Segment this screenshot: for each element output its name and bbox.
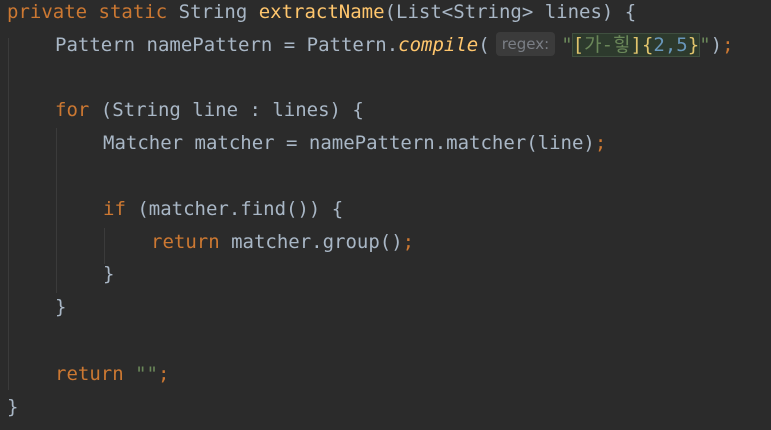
- empty-string: "": [123, 363, 158, 385]
- closing-brace: }: [103, 263, 115, 285]
- matcher-declaration: Matcher matcher = namePattern.matcher(li…: [103, 132, 595, 154]
- pattern-declaration: Pattern namePattern = Pattern.: [55, 34, 399, 56]
- regex-bracket-close: ]: [630, 34, 642, 56]
- semicolon: ;: [402, 231, 415, 253]
- keyword-private: private: [7, 1, 88, 23]
- regex-quantifier: 2,5: [653, 34, 688, 56]
- string-quote-close: ": [699, 34, 711, 56]
- method-params: (List<String> lines) {: [384, 1, 637, 23]
- code-line-8[interactable]: }: [55, 291, 66, 324]
- closing-brace: }: [7, 396, 19, 418]
- regex-brace-open: {: [641, 34, 654, 56]
- semicolon: ;: [722, 34, 734, 56]
- parameter-hint: regex:: [495, 32, 556, 56]
- semicolon: ;: [157, 363, 170, 385]
- code-line-1[interactable]: private static String extractName(List<S…: [7, 0, 636, 29]
- code-line-10[interactable]: }: [7, 391, 18, 424]
- if-condition: (matcher.find()) {: [125, 198, 344, 220]
- open-paren: (: [478, 34, 490, 56]
- regex-brace-close: }: [687, 34, 700, 56]
- keyword-for: for: [55, 99, 90, 121]
- regex-bracket-open: [: [572, 34, 585, 56]
- code-editor[interactable]: private static String extractName(List<S…: [0, 0, 771, 430]
- code-line-3[interactable]: for (String line : lines) {: [55, 94, 364, 127]
- return-type: String: [178, 1, 248, 23]
- close-paren: ): [710, 34, 723, 56]
- compile-method: compile: [398, 34, 479, 56]
- semicolon: ;: [594, 132, 607, 154]
- indent-guide: [8, 38, 9, 390]
- code-line-5[interactable]: if (matcher.find()) {: [103, 193, 343, 226]
- string-quote-open: ": [561, 34, 573, 56]
- regex-range: 가-힣: [584, 34, 631, 56]
- code-line-7[interactable]: }: [103, 258, 114, 291]
- code-line-2[interactable]: Pattern namePattern = Pattern.compile(re…: [55, 29, 734, 62]
- indent-guide: [56, 128, 57, 293]
- code-line-6[interactable]: return matcher.group();: [151, 226, 414, 259]
- return-expression: matcher.group(): [219, 231, 403, 253]
- method-name: extractName: [258, 1, 385, 23]
- regex-literal: [가-힣]{2,5}: [571, 33, 701, 57]
- keyword-if: if: [103, 198, 126, 220]
- keyword-static: static: [98, 1, 168, 23]
- keyword-return: return: [151, 231, 220, 253]
- for-header: (String line : lines) {: [89, 99, 364, 121]
- code-line-9[interactable]: return "";: [55, 358, 169, 391]
- closing-brace: }: [55, 296, 67, 318]
- code-line-4[interactable]: Matcher matcher = namePattern.matcher(li…: [103, 127, 606, 160]
- keyword-return: return: [55, 363, 124, 385]
